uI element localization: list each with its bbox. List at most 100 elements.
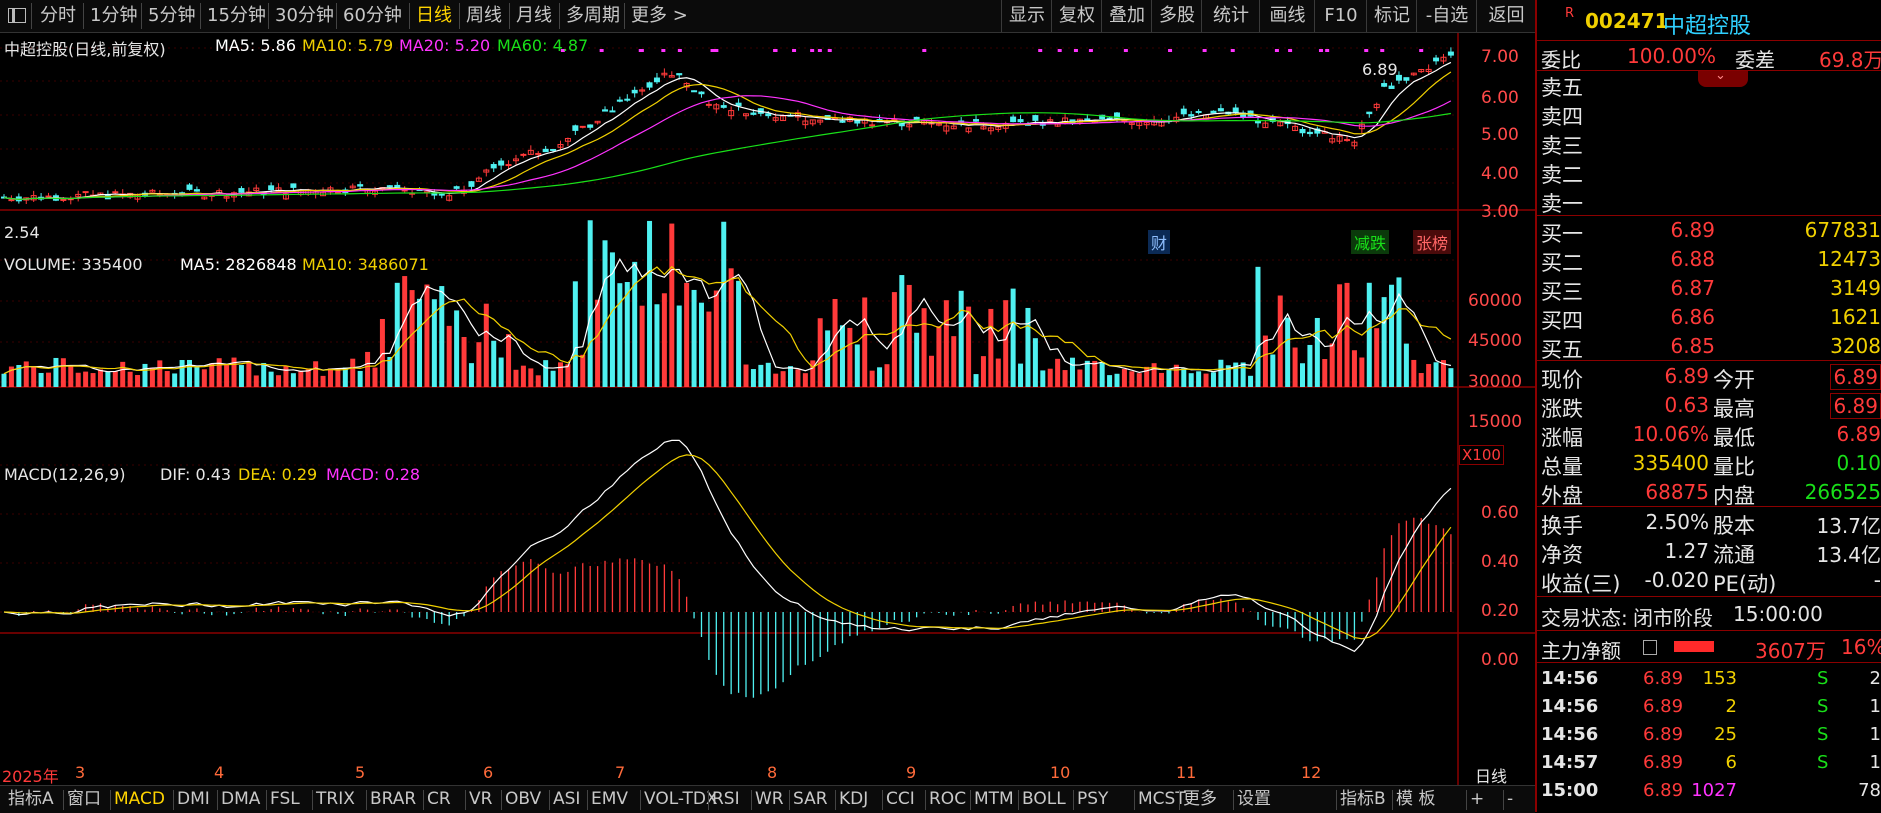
indicator-tab[interactable]: 指标B xyxy=(1340,786,1386,813)
list-icon[interactable] xyxy=(1643,640,1657,655)
buy-level-volume: 677831 xyxy=(1804,218,1881,242)
indicator-tab[interactable]: KDJ xyxy=(839,786,868,813)
indicator-tab[interactable]: 指标A xyxy=(8,786,54,813)
toolbar-button[interactable]: -自选 xyxy=(1416,0,1477,32)
volume-bar xyxy=(951,336,957,387)
toolbar-button[interactable]: 显示 xyxy=(1001,0,1052,32)
buy-level-label: 买三 xyxy=(1541,280,1583,304)
volume-bar xyxy=(1069,357,1075,387)
indicator-tab[interactable]: - xyxy=(1507,786,1513,813)
finance-tag[interactable]: 财 xyxy=(1148,230,1171,254)
period-tab[interactable]: 周线 xyxy=(466,0,502,32)
tab-separator xyxy=(217,790,218,810)
toolbar-button[interactable]: 返回 xyxy=(1476,0,1536,32)
volume-bar xyxy=(728,268,734,387)
indicator-tab[interactable]: VR xyxy=(469,786,492,813)
toolbar-button[interactable]: 多股 xyxy=(1151,0,1202,32)
indicator-tab[interactable]: RSI xyxy=(712,786,740,813)
stat-value: 6.89 xyxy=(1664,364,1709,388)
tab-separator xyxy=(708,790,709,810)
indicator-tab[interactable]: ROC xyxy=(929,786,966,813)
indicator-tab[interactable]: PSY xyxy=(1077,786,1108,813)
stat2-label-2: 股本 xyxy=(1713,514,1755,538)
indicator-tab[interactable]: OBV xyxy=(505,786,541,813)
indicator-tab[interactable]: MACD xyxy=(114,786,165,813)
x-axis-month-label: 4 xyxy=(214,763,225,782)
volume-bar xyxy=(23,361,29,387)
indicator-tab[interactable]: DMA xyxy=(221,786,260,813)
volume-bar xyxy=(187,359,192,387)
volume-bar xyxy=(973,374,979,387)
stock-code: 002471 xyxy=(1585,9,1669,33)
toolbar-button[interactable]: 复权 xyxy=(1051,0,1102,32)
period-tab[interactable]: 分时 xyxy=(40,0,76,32)
volume-bar xyxy=(869,370,875,387)
indicator-tab[interactable]: MTM xyxy=(974,786,1014,813)
indicator-tab[interactable]: 模 板 xyxy=(1396,786,1435,813)
volume-y-tick: 15000 xyxy=(1468,412,1523,432)
volume-bar xyxy=(53,357,59,387)
volume-bar xyxy=(647,220,653,387)
stock-name[interactable]: 中超控股 xyxy=(1663,8,1751,40)
volume-bar xyxy=(350,358,356,387)
period-tab[interactable]: 1分钟 xyxy=(90,0,137,32)
volume-bar xyxy=(743,364,749,387)
stat2-label-2: PE(动) xyxy=(1713,572,1777,596)
indicator-tab[interactable]: 设置 xyxy=(1237,786,1271,813)
candle-body xyxy=(1381,83,1388,87)
volume-bar xyxy=(1099,362,1105,387)
candle-body xyxy=(186,184,193,190)
volume-bar xyxy=(142,363,148,387)
indicator-tab[interactable]: CCI xyxy=(886,786,915,813)
toolbar-button[interactable]: 画线 xyxy=(1259,0,1315,32)
buy-level-price: 6.86 xyxy=(1670,305,1715,329)
period-tab[interactable]: 15分钟 xyxy=(207,0,266,32)
volume-bar xyxy=(1359,357,1365,387)
x-axis-month-label: 3 xyxy=(75,763,86,782)
indicator-tab[interactable]: VOL-TDX xyxy=(644,786,718,813)
price-y-tick: 5.00 xyxy=(1481,125,1519,145)
candle-body xyxy=(579,125,586,128)
volume-ma-line xyxy=(3,257,1452,375)
period-tab[interactable]: 60分钟 xyxy=(343,0,402,32)
candle-body xyxy=(1306,131,1313,135)
period-tab[interactable]: 30分钟 xyxy=(275,0,334,32)
indicator-tab[interactable]: WR xyxy=(755,786,784,813)
period-tab[interactable]: 日线 xyxy=(416,0,452,32)
kline-chart-area[interactable]: 中超控股(日线,前复权) MA5: 5.86 MA10: 5.79 MA20: … xyxy=(0,33,1535,786)
macd-panel-title: MACD(12,26,9) xyxy=(4,465,126,484)
menu-toggle-icon[interactable] xyxy=(8,8,26,23)
x-axis-month-label: 7 xyxy=(615,763,626,782)
toolbar-button[interactable]: 标记 xyxy=(1366,0,1417,32)
indicator-tab[interactable]: SAR xyxy=(793,786,828,813)
indicator-tab[interactable]: + xyxy=(1470,786,1484,813)
chart-canvas[interactable] xyxy=(0,33,1535,785)
indicator-tab[interactable]: 更多 xyxy=(1183,786,1217,813)
candle-body xyxy=(498,160,505,166)
indicator-tab[interactable]: TRIX xyxy=(316,786,355,813)
reduce-tag[interactable]: 减跌 xyxy=(1351,230,1390,254)
indicator-tab[interactable]: EMV xyxy=(591,786,628,813)
period-tab[interactable]: 更多 > xyxy=(631,0,688,32)
indicator-tab[interactable]: BRAR xyxy=(370,786,416,813)
indicator-tab[interactable]: FSL xyxy=(270,786,300,813)
ma10-label: MA10: 5.79 xyxy=(302,36,394,55)
toolbar-button[interactable]: 叠加 xyxy=(1101,0,1152,32)
indicator-tab[interactable]: CR xyxy=(427,786,451,813)
indicator-tab[interactable]: 窗口 xyxy=(67,786,101,813)
tab-separator xyxy=(465,790,466,810)
indicator-tab[interactable]: BOLL xyxy=(1022,786,1066,813)
indicator-tab[interactable]: DMI xyxy=(177,786,210,813)
toolbar-button[interactable]: 统计 xyxy=(1201,0,1260,32)
period-tab[interactable]: 多周期 xyxy=(566,0,620,32)
indicator-tab[interactable]: ASI xyxy=(553,786,580,813)
signal-dot xyxy=(714,49,719,52)
period-tab[interactable]: 月线 xyxy=(516,0,552,32)
volume-bar xyxy=(1077,369,1083,387)
collapse-button[interactable]: ⌄ xyxy=(1698,68,1748,87)
indicator-tabs: 指标A 窗口 MACD DMI DMA FSL TRIX BRAR CR VR OBV ASI EMV V… xyxy=(0,785,1535,813)
list-tag[interactable]: 张榜 xyxy=(1413,230,1452,254)
signal-dot xyxy=(710,49,715,52)
period-tab[interactable]: 5分钟 xyxy=(148,0,195,32)
toolbar-button[interactable]: F10 xyxy=(1314,0,1367,32)
